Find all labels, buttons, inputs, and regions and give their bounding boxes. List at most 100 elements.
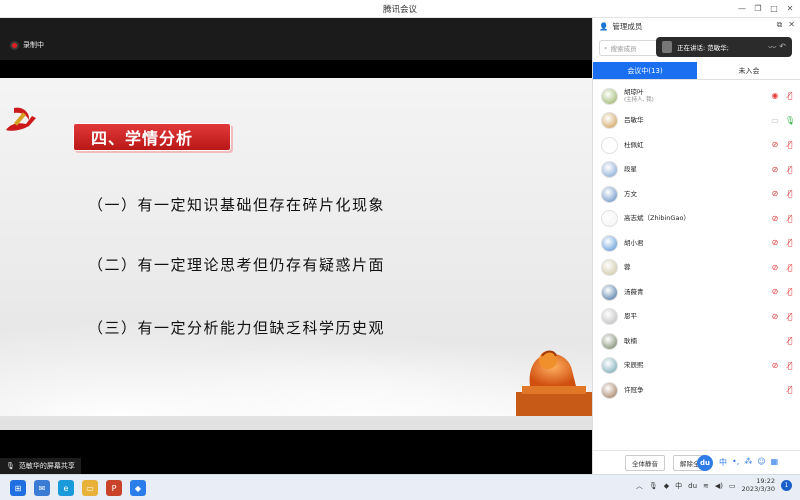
participant-name-block: 胡琼叶 (主持人, 我) [624, 89, 654, 103]
participant-row[interactable]: 宋辰熙 ⊘ 🎙̸ [593, 354, 800, 379]
mic-muted-icon[interactable]: 🎙̸ [785, 263, 795, 273]
mic-muted-icon[interactable]: 🎙̸ [785, 214, 795, 224]
recording-label: 录制中 [23, 41, 44, 49]
window-title: 腾讯会议 [382, 5, 417, 15]
recording-indicator[interactable]: 录制中 [10, 40, 44, 50]
edge-browser-icon[interactable]: e [58, 480, 74, 496]
video-off-icon[interactable]: ⊘ [770, 140, 780, 150]
participant-row[interactable]: 胡琼叶 (主持人, 我) ◉ 🎙̸ [593, 84, 800, 109]
participant-row[interactable]: 蓉 ⊘ 🎙̸ [593, 256, 800, 281]
video-off-icon[interactable]: ⊘ [770, 165, 780, 175]
video-off-icon[interactable]: ⊘ [770, 214, 780, 224]
ime-skin-icon[interactable]: ☺ [757, 457, 765, 468]
ime-grid-icon[interactable]: ▦ [771, 457, 779, 468]
video-off-icon[interactable]: ⊘ [770, 238, 780, 248]
mic-muted-icon[interactable]: 🎙̸ [785, 91, 795, 101]
mic-muted-icon[interactable]: 🎙̸ [785, 336, 795, 346]
mic-muted-icon[interactable]: 🎙̸ [785, 385, 795, 395]
mic-muted-icon[interactable]: 🎙̸ [785, 165, 795, 175]
panel-close-icon[interactable]: ✕ [788, 20, 795, 30]
volume-icon[interactable]: ◀) [715, 482, 723, 490]
participant-row[interactable]: 汤薇青 ⊘ 🎙̸ [593, 280, 800, 305]
mic-muted-icon[interactable]: 🎙̸ [785, 312, 795, 322]
participant-status-icons: ▭ 🎙 [770, 116, 795, 126]
taskbar-apps: ⊞ ✉ e ▭ P ◆ [10, 480, 146, 496]
video-off-icon[interactable]: ⊘ [770, 189, 780, 199]
participant-row[interactable]: 方文 ⊘ 🎙̸ [593, 182, 800, 207]
mic-muted-icon[interactable]: 🎙̸ [785, 287, 795, 297]
tray-meeting-icon[interactable]: ◆ [664, 482, 669, 490]
mic-muted-icon[interactable]: 🎙̸ [785, 361, 795, 371]
powerpoint-icon[interactable]: P [106, 480, 122, 496]
ime-toolbar[interactable]: 中 •, ⁂ ☺ ▦ [719, 457, 778, 468]
participant-row[interactable]: 耿楠 🎙̸ [593, 329, 800, 354]
mic-muted-icon[interactable]: 🎙̸ [785, 238, 795, 248]
participant-row[interactable]: 胡小君 ⊘ 🎙̸ [593, 231, 800, 256]
participant-row[interactable]: 杜佩虹 ⊘ 🎙̸ [593, 133, 800, 158]
close-icon[interactable]: ✕ [784, 2, 796, 15]
popout-icon[interactable]: ⧉ [777, 20, 783, 30]
participant-row[interactable]: 吕敏华 ▭ 🎙 [593, 109, 800, 134]
mic-muted-icon[interactable]: 🎙̸ [785, 189, 795, 199]
tray-du-icon[interactable]: du [688, 482, 697, 490]
participant-name-block: 段星 [624, 165, 637, 173]
participant-row[interactable]: 段星 ⊘ 🎙̸ [593, 158, 800, 183]
avatar [601, 112, 618, 130]
stone-lion-image [516, 350, 592, 416]
mic-icon[interactable]: 🎙 [785, 116, 795, 126]
participant-name: 汤薇青 [624, 287, 644, 296]
file-explorer-icon[interactable]: ▭ [82, 480, 98, 496]
tab-in-meeting[interactable]: 会议中(13) [593, 62, 697, 79]
participant-status-icons: ⊘ 🎙̸ [770, 287, 795, 297]
ime-punct-icon[interactable]: •, [732, 457, 739, 468]
screen-share-icon[interactable]: ▭ [770, 116, 780, 126]
video-off-icon[interactable]: ⊘ [770, 361, 780, 371]
restore-icon[interactable]: ❐ [752, 2, 764, 15]
mute-all-button[interactable]: 全体静音 [625, 454, 665, 471]
mic-muted-icon[interactable]: 🎙̸ [785, 140, 795, 150]
undo-icon[interactable]: ↶ [779, 42, 786, 53]
avatar [601, 234, 618, 252]
minimize-icon[interactable]: — [736, 2, 748, 15]
screen-share-owner: 范敏华的屏幕共享 [18, 462, 75, 470]
participant-name: 宋辰熙 [624, 361, 644, 370]
notification-badge[interactable]: 1 [781, 480, 792, 492]
system-tray: ︿ 🎙 ◆ 中 du ≋ ◀) ▭ 19:22 2023/3/30 1 [636, 477, 792, 494]
tray-mic-icon[interactable]: 🎙 [649, 482, 658, 490]
ime-symbol-icon[interactable]: ⁂ [744, 457, 752, 468]
video-off-icon[interactable]: ⊘ [770, 263, 780, 273]
member-tabs: 会议中(13) 未入会 [593, 62, 800, 80]
taskbar-clock[interactable]: 19:22 2023/3/30 [742, 477, 775, 494]
avatar [601, 210, 618, 228]
search-row: ⌕ 搜索成员 正在讲话: 范敏华; 〰 ↶ [599, 37, 795, 57]
panel-footer: 全体静音 解除全 du 中 •, ⁂ ☺ ▦ [593, 450, 800, 474]
chevron-up-icon[interactable]: ︿ [636, 481, 643, 491]
record-icon[interactable]: ◉ [770, 91, 780, 101]
battery-icon[interactable]: ▭ [729, 482, 736, 490]
windows-start-icon[interactable]: ⊞ [10, 480, 26, 496]
participant-name: 胡琼叶 [624, 88, 644, 97]
windows-taskbar: ⊞ ✉ e ▭ P ◆ ︿ 🎙 ◆ 中 du ≋ ◀) ▭ 19:22 2023… [0, 474, 800, 500]
participant-name: 蓉 [624, 263, 631, 272]
video-off-icon[interactable]: ⊘ [770, 312, 780, 322]
participant-row[interactable]: 恩平 ⊘ 🎙̸ [593, 305, 800, 330]
tab-not-joined[interactable]: 未入会 [697, 62, 800, 79]
participant-row[interactable]: 高志斌（ZhibinGao） ⊘ 🎙̸ [593, 207, 800, 232]
du-badge-icon[interactable]: du [697, 455, 713, 471]
participant-status-icons: 🎙̸ [785, 336, 795, 346]
ime-language[interactable]: 中 [719, 457, 727, 468]
screen-share-tag[interactable]: 🎙 范敏华的屏幕共享 [0, 458, 81, 474]
panel-header: 👤 管理成员 ⧉ ✕ [593, 18, 800, 34]
maximize-icon[interactable]: □ [768, 2, 780, 15]
participant-status-icons: ◉ 🎙̸ [770, 91, 795, 101]
video-off-icon[interactable]: ⊘ [770, 287, 780, 297]
participant-name-block: 许冠争 [624, 386, 644, 394]
participant-row[interactable]: 许冠争 🎙̸ [593, 378, 800, 403]
shared-slide: 四、学情分析 （一）有一定知识基础但存在碎片化现象 （二）有一定理论思考但仍存有… [0, 78, 592, 430]
tencent-meeting-icon[interactable]: ◆ [130, 480, 146, 496]
mail-icon[interactable]: ✉ [34, 480, 50, 496]
avatar [601, 308, 618, 326]
tray-input-icon[interactable]: 中 [675, 481, 682, 491]
wifi-icon[interactable]: ≋ [703, 482, 709, 490]
slide-point-3: （三）有一定分析能力但缺乏科学历史观 [88, 319, 386, 337]
